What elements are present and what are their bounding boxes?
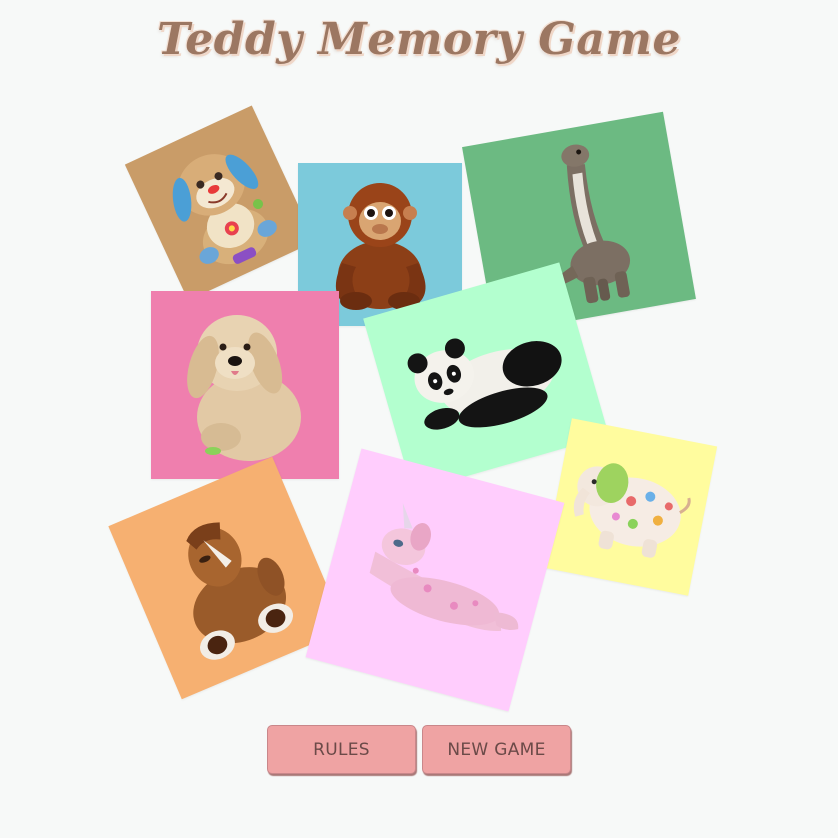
teddy-unicorn-icon xyxy=(369,503,519,632)
card-dog[interactable] xyxy=(124,105,316,301)
card-horse[interactable] xyxy=(108,456,346,700)
controls: RULES NEW GAME xyxy=(0,725,838,774)
card-elephant[interactable] xyxy=(542,418,718,596)
teddy-dog-icon xyxy=(172,154,277,265)
new-game-button[interactable]: NEW GAME xyxy=(422,725,571,774)
rules-button[interactable]: RULES xyxy=(267,725,416,774)
game-page: Teddy Memory Game RULES NEW GAME xyxy=(0,0,838,838)
card-puppy[interactable] xyxy=(151,291,339,479)
teddy-puppy-icon xyxy=(187,315,301,461)
teddy-horse-icon xyxy=(186,522,294,660)
card-unicorn[interactable] xyxy=(305,448,565,712)
game-title: Teddy Memory Game xyxy=(157,14,681,65)
teddy-elephant-icon xyxy=(573,463,691,558)
